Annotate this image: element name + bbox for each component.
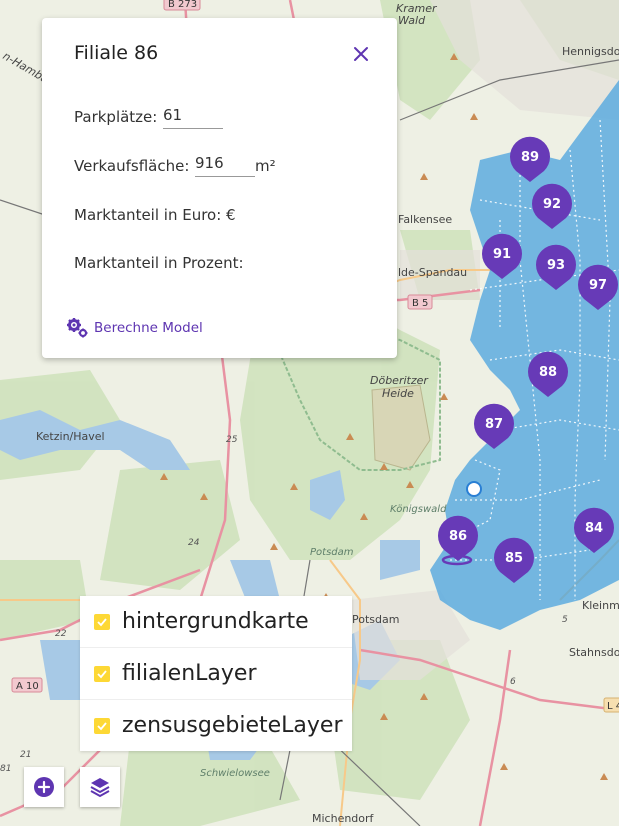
map-label-spandau: lde-Spandau <box>398 266 467 279</box>
close-button[interactable] <box>350 43 372 65</box>
map-label-falkensee: Falkensee <box>398 213 452 226</box>
layer-switcher-panel: hintergrundkarte filialenLayer zensusgeb… <box>80 596 352 751</box>
map-label-wald: Wald <box>398 14 426 27</box>
road-number-5: 5 <box>562 615 568 625</box>
layer-checkbox[interactable] <box>94 665 110 682</box>
map-label-schwielowsee: Schwielowsee <box>200 768 270 779</box>
plus-circle-icon <box>34 777 54 797</box>
map-label-potsdam-forest: Potsdam <box>310 547 354 558</box>
check-icon <box>97 721 107 730</box>
layer-item-filialenlayer[interactable]: filialenLayer <box>80 648 352 700</box>
location-dot[interactable] <box>466 481 482 497</box>
road-number-22: 22 <box>55 629 67 639</box>
road-shield-l4: L 4 <box>603 697 619 713</box>
store-marker-label: 97 <box>589 278 607 293</box>
layers-button[interactable] <box>80 767 120 807</box>
store-marker-label: 91 <box>493 247 511 262</box>
map-label-heide: Heide <box>382 387 414 400</box>
road-number-25: 25 <box>226 435 238 445</box>
map-label-hennigsdorf: Hennigsdo <box>562 45 619 58</box>
calculate-model-button[interactable]: Berechne Model <box>66 317 203 339</box>
map-label-koenigswald: Königswald <box>390 504 447 515</box>
layer-item-hintergrundkarte[interactable]: hintergrundkarte <box>80 596 352 648</box>
road-shield-a10: A 10 <box>11 677 43 693</box>
sales-area-label: Verkaufsfläche: <box>74 157 190 175</box>
map-label-kleinm: Kleinm <box>582 599 619 612</box>
store-marker-label: 85 <box>505 551 523 566</box>
layer-label: zensusgebieteLayer <box>122 713 343 738</box>
road-shield-b5: B 5 <box>407 294 433 310</box>
road-number-21: 21 <box>20 750 31 760</box>
store-marker-label: 84 <box>585 521 603 536</box>
layer-checkbox[interactable] <box>94 717 110 734</box>
store-marker-label: 86 <box>449 529 467 544</box>
map-label-ketzin: Ketzin/Havel <box>36 430 105 443</box>
layer-checkbox[interactable] <box>94 613 110 630</box>
svg-text:B 5: B 5 <box>412 298 428 309</box>
svg-text:A 10: A 10 <box>16 681 39 692</box>
calculate-model-label: Berechne Model <box>94 320 203 336</box>
road-number-81: 81 <box>0 764 11 774</box>
road-shield-b273: B 273 <box>163 0 201 11</box>
layer-item-zensusgebietelayer[interactable]: zensusgebieteLayer <box>80 700 352 751</box>
layers-icon <box>90 778 110 798</box>
store-marker-label: 92 <box>543 197 561 212</box>
map-label-michendorf: Michendorf <box>312 812 375 825</box>
add-button[interactable] <box>24 767 64 807</box>
sales-area-unit: m² <box>255 157 276 175</box>
store-marker-label: 87 <box>485 417 503 432</box>
store-marker-label: 88 <box>539 365 557 380</box>
map-label-potsdam: Potsdam <box>352 613 399 626</box>
svg-text:B 273: B 273 <box>168 0 197 10</box>
check-icon <box>97 669 107 678</box>
map-label-doeberitzer: Döberitzer <box>370 374 429 387</box>
sales-area-field[interactable]: 916 <box>195 154 255 177</box>
store-marker-label: 93 <box>547 258 565 273</box>
layer-label: hintergrundkarte <box>122 609 309 634</box>
svg-text:L 4: L 4 <box>607 701 619 712</box>
road-number-24: 24 <box>188 538 200 548</box>
market-share-euro-label: Marktanteil in Euro: € <box>74 206 236 224</box>
parking-label: Parkplätze: <box>74 108 158 126</box>
layer-label: filialenLayer <box>122 661 257 686</box>
panel-title: Filiale 86 <box>74 42 159 64</box>
market-share-percent-label: Marktanteil in Prozent: <box>74 254 244 272</box>
check-icon <box>97 617 107 626</box>
map-label-stahnsdorf: Stahnsdor <box>569 646 619 659</box>
close-icon <box>354 47 368 61</box>
road-number-6: 6 <box>510 677 516 687</box>
parking-field[interactable]: 61 <box>163 106 223 129</box>
store-detail-panel: Filiale 86 Parkplätze: 61 Verkaufsfläche… <box>42 18 397 358</box>
gears-icon <box>67 318 88 338</box>
store-marker-label: 89 <box>521 150 539 165</box>
